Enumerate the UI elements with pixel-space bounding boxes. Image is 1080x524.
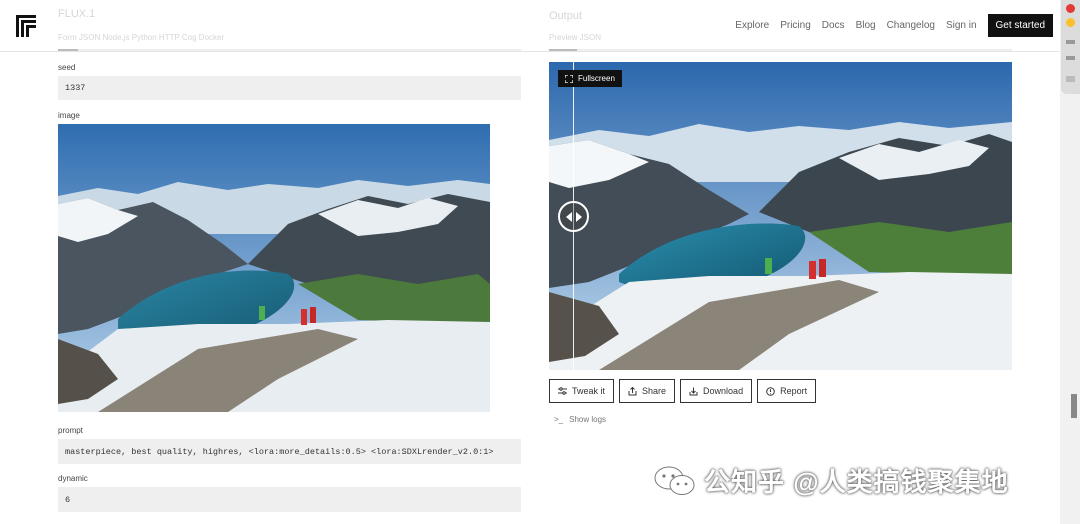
- tweak-icon: [558, 387, 567, 395]
- nav-explore[interactable]: Explore: [735, 20, 769, 31]
- show-logs-label: Show logs: [569, 415, 607, 424]
- dynamic-label: dynamic: [58, 474, 88, 483]
- main-nav: Explore Pricing Docs Blog Changelog Sign…: [735, 14, 1060, 37]
- nav-changelog[interactable]: Changelog: [887, 20, 935, 31]
- model-title-ghost: FLUX.1: [58, 8, 96, 20]
- share-label: Share: [642, 386, 667, 396]
- nav-sign-in[interactable]: Sign in: [946, 20, 977, 31]
- compare-arrows-icon[interactable]: [558, 201, 589, 232]
- fullscreen-icon: [565, 74, 573, 83]
- share-icon: [628, 386, 637, 395]
- fullscreen-label: Fullscreen: [578, 74, 615, 83]
- prompt-input[interactable]: masterpiece, best quality, highres, <lor…: [58, 439, 521, 464]
- download-button[interactable]: Download: [680, 379, 753, 403]
- input-tabs-ghost: Form JSON Node.js Python HTTP Cog Docker: [58, 33, 225, 42]
- top-navigation-bar: FLUX.1 Form JSON Node.js Python HTTP Cog…: [0, 0, 1060, 52]
- output-title-ghost: Output: [549, 10, 583, 22]
- tweak-label: Tweak it: [572, 386, 606, 396]
- nav-pricing[interactable]: Pricing: [780, 20, 811, 31]
- output-actions: Tweak it Share Download Report: [549, 379, 817, 403]
- logo-icon[interactable]: [16, 15, 36, 37]
- image-label: image: [58, 111, 80, 120]
- terminal-icon: >_: [554, 415, 564, 424]
- download-label: Download: [703, 386, 744, 396]
- report-button[interactable]: Report: [757, 379, 817, 403]
- nav-docs[interactable]: Docs: [822, 20, 845, 31]
- output-tabs-ghost: Preview JSON: [549, 33, 602, 42]
- show-logs-toggle[interactable]: >_ Show logs: [554, 415, 606, 424]
- nav-blog[interactable]: Blog: [856, 20, 876, 31]
- report-icon: [766, 386, 775, 396]
- seed-input[interactable]: 1337: [58, 76, 521, 100]
- tweak-button[interactable]: Tweak it: [549, 379, 615, 403]
- report-label: Report: [780, 386, 808, 396]
- get-started-button[interactable]: Get started: [987, 14, 1053, 37]
- watermark-text: 公知乎 @人类搞钱聚集地: [704, 467, 1009, 497]
- watermark: 公知乎 @人类搞钱聚集地: [654, 462, 1009, 499]
- side-extension-panel: [1061, 0, 1080, 94]
- fullscreen-button[interactable]: Fullscreen: [558, 70, 622, 87]
- download-icon: [689, 387, 698, 395]
- prompt-label: prompt: [58, 426, 83, 435]
- dynamic-input[interactable]: 6: [58, 487, 521, 512]
- output-image[interactable]: Fullscreen: [549, 62, 1012, 370]
- wechat-icon: [654, 466, 695, 495]
- scrollbar-thumb[interactable]: [1071, 394, 1077, 418]
- share-button[interactable]: Share: [619, 379, 676, 403]
- seed-label: seed: [58, 63, 76, 72]
- input-image: [58, 124, 490, 412]
